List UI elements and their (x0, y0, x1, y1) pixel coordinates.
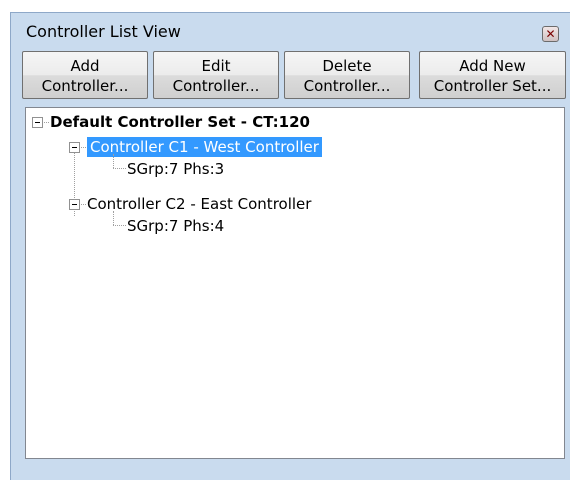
controller-list-panel: Controller List View ✕ Add Controller...… (10, 12, 570, 480)
add-controller-set-label-line2: Controller Set... (433, 77, 552, 95)
tree-node-c2-detail[interactable]: SGrp:7 Phs:4 (127, 216, 224, 236)
edit-controller-button[interactable]: Edit Controller... (153, 51, 279, 99)
delete-controller-button[interactable]: Delete Controller... (284, 51, 410, 99)
tree-connector (113, 225, 126, 226)
tree-connector (113, 211, 114, 225)
tree-connector (44, 122, 49, 123)
add-controller-set-label-line1: Add New (459, 57, 526, 75)
controller-c2-collapse-icon[interactable] (69, 199, 80, 210)
add-controller-button[interactable]: Add Controller... (22, 51, 148, 99)
controller-c1-collapse-icon[interactable] (69, 142, 80, 153)
delete-controller-label-line2: Controller... (303, 77, 391, 95)
tree-connector (113, 168, 126, 169)
toolbar: Add Controller... Edit Controller... Del… (22, 51, 567, 99)
tree-connector (81, 147, 86, 148)
tree-connector (81, 204, 86, 205)
tree-node-controller-c2[interactable]: Controller C2 - East Controller (87, 194, 311, 214)
tree-root-node[interactable]: Default Controller Set - CT:120 (50, 112, 310, 132)
delete-controller-label-line1: Delete (322, 57, 372, 75)
edit-controller-label-line1: Edit (201, 57, 231, 75)
tree-node-c1-detail[interactable]: SGrp:7 Phs:3 (127, 159, 224, 179)
root-collapse-icon[interactable] (32, 117, 43, 128)
close-icon[interactable]: ✕ (542, 26, 559, 42)
add-controller-set-button[interactable]: Add New Controller Set... (419, 51, 566, 99)
tree-connector (113, 154, 114, 168)
add-controller-label-line2: Controller... (41, 77, 129, 95)
controller-tree[interactable]: Default Controller Set - CT:120 Controll… (25, 107, 565, 459)
add-controller-label-line1: Add (70, 57, 100, 75)
edit-controller-label-line2: Controller... (172, 77, 260, 95)
panel-title: Controller List View (26, 22, 181, 41)
tree-node-controller-c1[interactable]: Controller C1 - West Controller (87, 137, 322, 157)
